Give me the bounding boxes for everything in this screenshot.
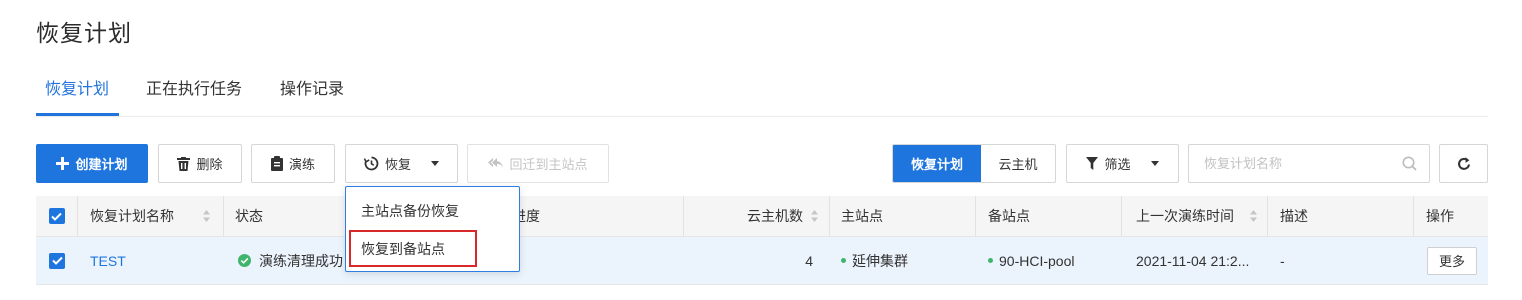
sort-icon[interactable] <box>1250 210 1257 222</box>
primary-site-value: 延伸集群 <box>852 252 908 269</box>
create-plan-label: 创建计划 <box>75 157 128 172</box>
column-header-primary-site-label: 主站点 <box>841 208 883 224</box>
status-text: 演练清理成功 <box>259 252 343 269</box>
plus-icon <box>56 157 70 170</box>
tab-running-tasks[interactable]: 正在执行任务 <box>146 60 242 116</box>
row-checkbox[interactable] <box>49 252 65 269</box>
row-last-drill-cell: 2021-11-04 21:2... <box>1122 237 1268 284</box>
filter-label: 筛选 <box>1104 157 1131 172</box>
backup-site-value: 90-HCI-pool <box>999 252 1075 269</box>
delete-button[interactable]: 删除 <box>158 144 242 183</box>
menu-item-primary-backup-restore[interactable]: 主站点备份恢复 <box>346 193 519 229</box>
column-header-backup-site-label: 备站点 <box>988 208 1030 224</box>
search-input[interactable] <box>1189 145 1389 182</box>
refresh-button[interactable] <box>1439 144 1488 183</box>
reply-all-icon <box>488 158 504 168</box>
restore-label: 恢复 <box>384 157 411 172</box>
sort-icon[interactable] <box>203 210 210 222</box>
column-header-actions-label: 操作 <box>1426 208 1454 224</box>
online-dot-icon <box>841 258 846 263</box>
tab-recovery-plan[interactable]: 恢复计划 <box>36 60 120 116</box>
column-header-name-label: 恢复计划名称 <box>90 208 174 224</box>
trash-icon <box>177 156 191 171</box>
column-header-name[interactable]: 恢复计划名称 <box>78 196 224 236</box>
tab-divider <box>36 116 1488 117</box>
description-value: - <box>1280 252 1285 269</box>
row-select-cell <box>36 237 78 284</box>
drill-label: 演练 <box>288 157 315 172</box>
vm-count-value: 4 <box>805 252 813 269</box>
column-header-description: 描述 <box>1268 196 1414 236</box>
column-header-description-label: 描述 <box>1280 208 1308 224</box>
caret-down-icon <box>431 161 439 166</box>
select-all-cell <box>36 196 78 236</box>
row-name-cell: TEST <box>78 237 224 284</box>
search-icon[interactable] <box>1402 156 1417 171</box>
refresh-icon <box>1457 156 1470 170</box>
sort-icon[interactable] <box>811 210 818 222</box>
migrate-back-button[interactable]: 回迁到主站点 <box>467 144 609 183</box>
column-header-vm-count-label: 云主机数 <box>747 208 803 224</box>
caret-down-icon <box>1150 161 1159 166</box>
delete-label: 删除 <box>196 157 223 172</box>
row-actions-cell: 更多 <box>1414 237 1488 284</box>
column-header-backup-site: 备站点 <box>976 196 1122 236</box>
search-box <box>1188 144 1430 183</box>
restore-dropdown-button[interactable]: 恢复 <box>345 144 458 183</box>
drill-button[interactable]: 演练 <box>251 144 335 183</box>
online-dot-icon <box>988 258 993 263</box>
row-primary-site-cell: 延伸集群 <box>830 237 976 284</box>
column-header-last-drill-label: 上一次演练时间 <box>1136 208 1234 224</box>
tab-bar: 恢复计划 正在执行任务 操作记录 <box>36 60 382 116</box>
table-row[interactable]: TEST 演练清理成功 4 延伸集群 90-HCI-pool 2021-11-0… <box>36 237 1488 285</box>
filter-icon <box>1086 157 1099 170</box>
clipboard-icon <box>270 156 283 171</box>
column-header-vm-count[interactable]: 云主机数 <box>684 196 830 236</box>
migrate-back-label: 回迁到主站点 <box>509 157 588 172</box>
restore-dropdown-menu: 主站点备份恢复 恢复到备站点 <box>345 186 520 272</box>
page-title: 恢复计划 <box>36 20 132 46</box>
view-vm-toggle[interactable]: 云主机 <box>981 145 1055 182</box>
column-header-status-label: 状态 <box>235 208 263 224</box>
view-plan-toggle[interactable]: 恢复计划 <box>893 145 981 182</box>
highlight-box <box>349 230 477 267</box>
column-header-last-drill[interactable]: 上一次演练时间 <box>1122 196 1268 236</box>
column-header-primary-site: 主站点 <box>830 196 976 236</box>
filter-button[interactable]: 筛选 <box>1066 144 1179 183</box>
row-description-cell: - <box>1268 237 1414 284</box>
plan-name-link[interactable]: TEST <box>90 253 126 269</box>
select-all-checkbox[interactable] <box>48 208 65 224</box>
row-vm-count-cell: 4 <box>684 237 830 284</box>
tab-operation-log[interactable]: 操作记录 <box>280 60 344 116</box>
check-icon <box>51 212 62 221</box>
row-backup-site-cell: 90-HCI-pool <box>976 237 1122 284</box>
check-icon <box>51 256 63 265</box>
create-plan-button[interactable]: 创建计划 <box>36 144 148 183</box>
view-toggle: 恢复计划 云主机 <box>892 144 1056 183</box>
more-button[interactable]: 更多 <box>1427 246 1477 275</box>
last-drill-value: 2021-11-04 21:2... <box>1136 252 1250 269</box>
column-header-actions: 操作 <box>1414 196 1488 236</box>
history-icon <box>363 156 379 171</box>
table-header: 恢复计划名称 状态 进度 云主机数 主站点 备站点 上一次演练时间 描述 操作 <box>36 196 1488 237</box>
check-circle-icon <box>238 254 251 267</box>
